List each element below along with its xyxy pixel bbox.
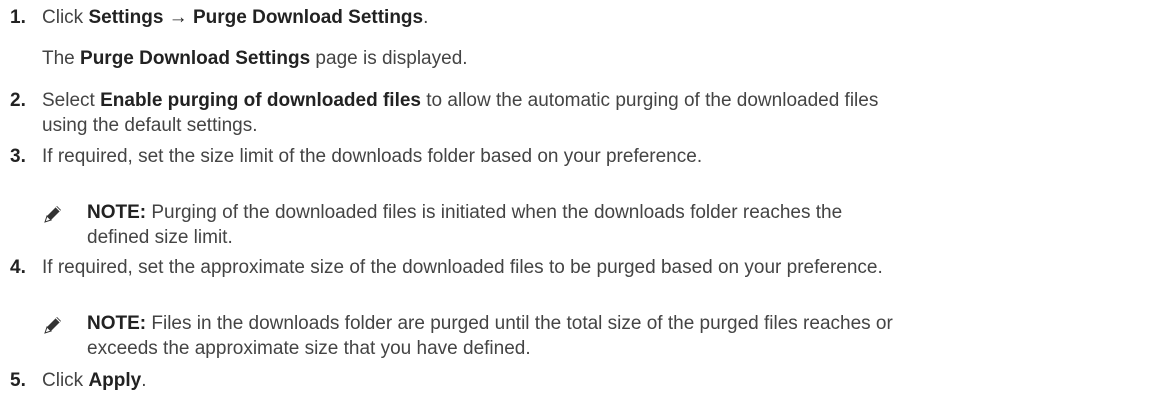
step-2-line-1: Select Enable purging of downloaded file… <box>42 89 878 113</box>
step-1-result: The Purge Download Settings page is disp… <box>42 47 468 71</box>
step-4-note-line-2: exceeds the approximate size that you ha… <box>87 338 531 359</box>
step-2-bold: Enable purging of downloaded files <box>100 90 421 111</box>
step-5-apply: Apply <box>88 370 142 391</box>
step-1-number: 1. <box>10 7 26 28</box>
step-1-text: Click Settings → Purge Download Settings… <box>42 6 428 30</box>
pencil-note-icon <box>44 206 61 223</box>
procedure-document: 1. Click Settings → Purge Download Setti… <box>0 0 1170 409</box>
step-1-arrow: → <box>163 7 193 28</box>
step-1-result-pre: The <box>42 48 81 69</box>
pencil-note-icon <box>44 317 61 334</box>
step-1-result-post: page is displayed. <box>310 48 468 69</box>
step-3-note-label: NOTE: <box>87 202 147 223</box>
step-3-note-line-2: defined size limit. <box>87 227 233 248</box>
step-1-purge-settings: Purge Download Settings <box>192 7 424 28</box>
step-4-note-line-1: NOTE: Files in the downloads folder are … <box>87 312 893 336</box>
step-4-text: If required, set the approximate size of… <box>42 257 883 278</box>
step-2-post: to allow the automatic purging of the do… <box>421 90 879 111</box>
step-5-text: Click Apply. <box>42 369 147 393</box>
step-2-pre: Select <box>42 90 101 111</box>
step-3-text: If required, set the size limit of the d… <box>42 146 703 167</box>
step-4-number: 4. <box>10 257 26 278</box>
step-4-note-label: NOTE: <box>87 313 147 334</box>
step-3-number: 3. <box>10 146 26 167</box>
step-4-note-text: Files in the downloads folder are purged… <box>146 313 893 334</box>
step-5-pre: Click <box>42 370 89 391</box>
step-2-line-2: using the default settings. <box>42 115 258 136</box>
step-3-note-text: Purging of the downloaded files is initi… <box>146 202 843 223</box>
step-3-note-line-1: NOTE: Purging of the downloaded files is… <box>87 201 842 225</box>
step-1-settings: Settings <box>88 7 164 28</box>
step-2-number: 2. <box>10 90 26 111</box>
step-1-result-bold: Purge Download Settings <box>80 48 311 69</box>
step-1-post: . <box>423 7 429 28</box>
step-1-pre: Click <box>42 7 89 28</box>
step-5-post: . <box>141 370 147 391</box>
step-5-number: 5. <box>10 370 26 391</box>
